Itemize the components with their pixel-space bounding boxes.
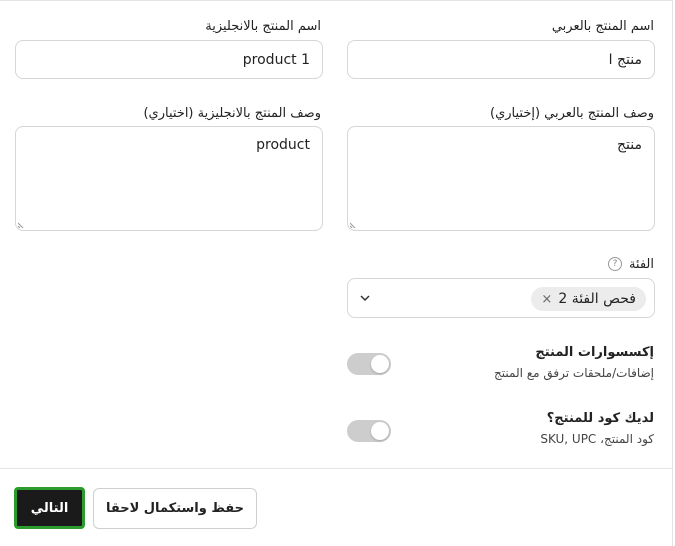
name-en-label: اسم المنتج بالانجليزية [205, 19, 321, 34]
resize-handle-icon[interactable] [350, 220, 358, 228]
name-ar-value: منتج ا [608, 51, 642, 68]
chevron-down-icon[interactable] [360, 293, 370, 303]
name-ar-label: اسم المنتج بالعربي [551, 19, 654, 34]
help-circle-icon[interactable]: ? [608, 257, 622, 271]
accessories-title: إكسسوارات المنتج [535, 345, 654, 360]
category-label: الفئة [628, 257, 654, 272]
desc-en-textarea[interactable]: product [15, 126, 323, 231]
name-en-value: product 1 [242, 51, 310, 68]
desc-en-value: product [256, 137, 310, 153]
category-tag-label: فحص الفئة 2 [558, 291, 636, 307]
toggle-knob [371, 422, 389, 440]
desc-ar-value: منتج [617, 137, 642, 153]
category-select[interactable]: فحص الفئة 2 × [347, 278, 655, 318]
category-tag: فحص الفئة 2 × [531, 287, 646, 311]
product-code-toggle[interactable] [347, 420, 391, 442]
resize-handle-icon[interactable] [18, 220, 26, 228]
name-ar-input[interactable]: منتج ا [347, 40, 655, 79]
product-code-title: لديك كود للمنتج؟ [546, 411, 654, 426]
next-button[interactable]: التالي [14, 487, 85, 529]
accessories-toggle[interactable] [347, 353, 391, 375]
toggle-knob [371, 355, 389, 373]
form-panel: اسم المنتج بالعربي منتج ا اسم المنتج بال… [0, 0, 673, 546]
save-later-button[interactable]: حفظ واستكمال لاحقا [93, 488, 257, 529]
product-code-subtitle: كود المنتج، SKU, UPC [540, 432, 654, 446]
name-en-input[interactable]: product 1 [15, 40, 323, 79]
accessories-subtitle: إضافات/ملحقات ترفق مع المنتج [494, 366, 654, 380]
desc-ar-textarea[interactable]: منتج [347, 126, 655, 231]
desc-ar-label: وصف المنتج بالعربي (إختياري) [490, 106, 654, 121]
remove-tag-icon[interactable]: × [541, 292, 552, 307]
footer-divider [0, 468, 673, 469]
desc-en-label: وصف المنتج بالانجليزية (اختياري) [143, 106, 321, 121]
